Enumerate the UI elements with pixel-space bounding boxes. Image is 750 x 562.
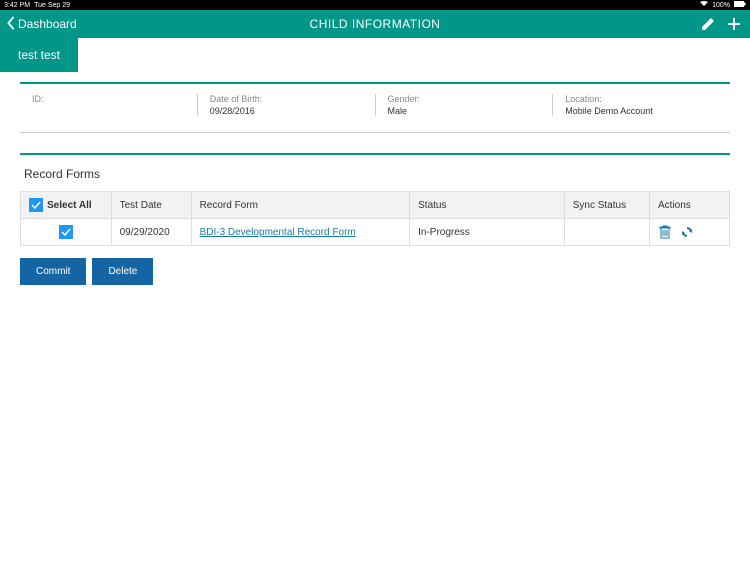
select-all-label: Select All [47, 200, 92, 211]
col-select-all: Select All [21, 192, 112, 219]
back-button[interactable]: Dashboard [0, 16, 83, 33]
commit-button[interactable]: Commit [20, 258, 86, 285]
record-form-link[interactable]: BDI-3 Developmental Record Form [200, 227, 356, 238]
page-title: CHILD INFORMATION [310, 17, 441, 31]
record-forms-section: Record Forms Select All Test Date Record… [20, 153, 730, 285]
table-row: 09/29/2020 BDI-3 Developmental Record Fo… [21, 219, 730, 246]
child-info-panel: ID: Date of Birth: 09/28/2016 Gender: Ma… [20, 82, 730, 133]
info-gender-value: Male [388, 106, 541, 116]
col-sync-status: Sync Status [564, 192, 649, 219]
col-test-date: Test Date [111, 192, 191, 219]
info-id: ID: [20, 94, 198, 116]
delete-row-icon[interactable] [658, 225, 672, 239]
cell-test-date: 09/29/2020 [111, 219, 191, 246]
col-record-form: Record Form [191, 192, 410, 219]
battery-percent: 100% [712, 2, 730, 9]
action-buttons: Commit Delete [20, 258, 730, 285]
records-title: Record Forms [24, 167, 730, 181]
navigation-bar: Dashboard CHILD INFORMATION [0, 10, 750, 38]
add-icon[interactable] [726, 16, 742, 32]
info-gender-label: Gender: [388, 94, 541, 104]
info-location-label: Location: [565, 94, 718, 104]
sync-row-icon[interactable] [680, 225, 694, 239]
select-all-checkbox[interactable] [29, 198, 43, 212]
cell-status: In-Progress [410, 219, 565, 246]
info-id-label: ID: [32, 94, 185, 104]
col-actions: Actions [650, 192, 730, 219]
col-status: Status [410, 192, 565, 219]
info-gender: Gender: Male [376, 94, 554, 116]
tab-child[interactable]: test test [0, 38, 78, 72]
device-status-bar: 3:42 PM Tue Sep 29 100% [0, 0, 750, 10]
wifi-icon [700, 1, 708, 9]
back-label: Dashboard [18, 17, 77, 31]
info-location: Location: Mobile Demo Account [553, 94, 730, 116]
info-dob: Date of Birth: 09/28/2016 [198, 94, 376, 116]
edit-icon[interactable] [700, 16, 716, 32]
info-location-value: Mobile Demo Account [565, 106, 718, 116]
cell-sync-status [564, 219, 649, 246]
info-dob-value: 09/28/2016 [210, 106, 363, 116]
info-dob-label: Date of Birth: [210, 94, 363, 104]
row-checkbox[interactable] [59, 225, 73, 239]
status-date: Tue Sep 29 [34, 2, 70, 9]
delete-button[interactable]: Delete [92, 258, 153, 285]
battery-icon [734, 1, 746, 9]
chevron-left-icon [6, 16, 16, 33]
records-table: Select All Test Date Record Form Status … [20, 191, 730, 246]
tab-bar: test test [0, 38, 750, 72]
status-time: 3:42 PM [4, 2, 30, 9]
